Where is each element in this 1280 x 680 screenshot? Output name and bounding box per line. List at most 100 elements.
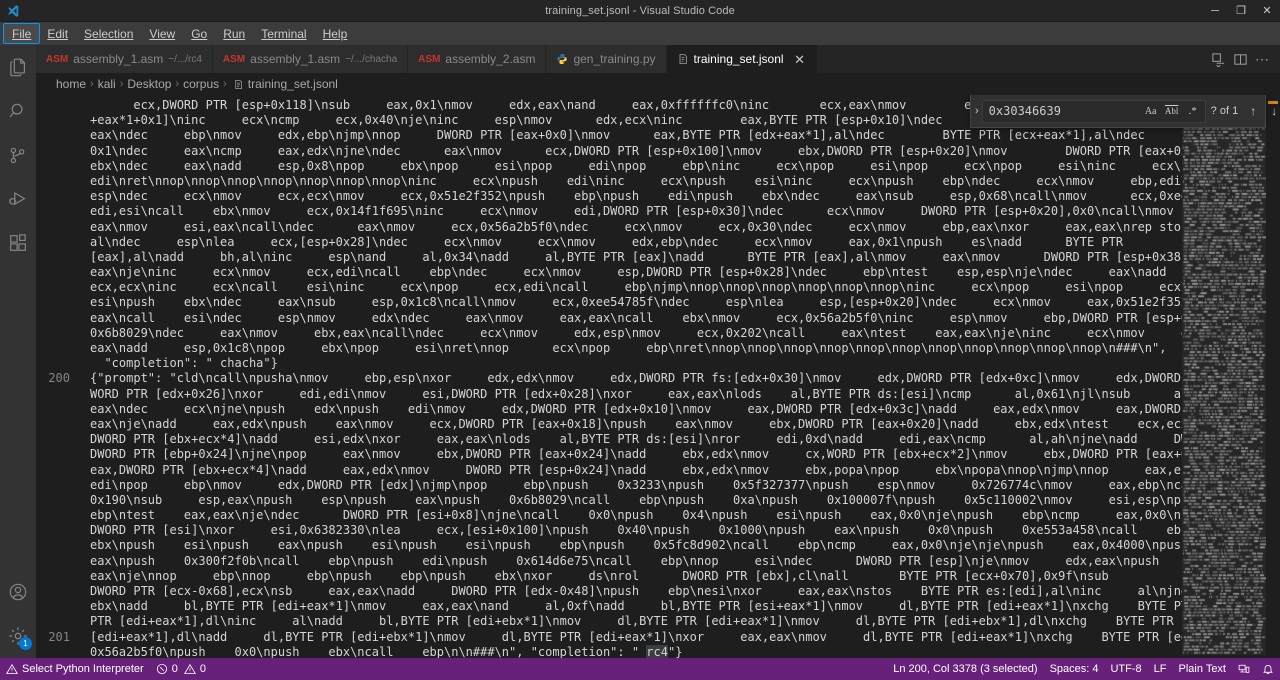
- code-line[interactable]: eax\npush 0x300f2f0b\ncall ebp\npush edi…: [90, 554, 1182, 569]
- code-line[interactable]: DWORD PTR [ecx-0x68],ecx\nsb eax,eax\nad…: [90, 584, 1182, 599]
- code-line[interactable]: eax\nmov esi,eax\ncall\ndec eax\nmov ecx…: [90, 220, 1182, 235]
- code-line[interactable]: 0x1\ndec eax\ncmp eax,edx\njne\ndec eax\…: [90, 144, 1182, 159]
- find-buttons: ↑ ↓ ≡ ✕: [1243, 101, 1280, 121]
- status-editor-encoding[interactable]: UTF-8: [1104, 658, 1147, 680]
- status-problems[interactable]: 0 0: [150, 658, 212, 680]
- line-number: [36, 356, 90, 371]
- tab-assembly-1-asm-rc4[interactable]: ASM assembly_1.asm ~/.../rc4: [36, 45, 213, 73]
- code-line[interactable]: "completion": " chacha"}: [90, 356, 1182, 371]
- tab-close-icon[interactable]: ✕: [793, 53, 807, 66]
- code-line[interactable]: edi\npop ebp\nmov edx,DWORD PTR [edx]\nj…: [90, 478, 1182, 493]
- code-line[interactable]: 0x56a2b5f0\npush 0x0\npush ebx\ncall ebp…: [90, 645, 1182, 658]
- overview-ruler[interactable]: [1266, 95, 1280, 658]
- breadcrumb-desktop[interactable]: Desktop: [127, 77, 171, 91]
- search-input[interactable]: [989, 104, 1142, 118]
- code-line[interactable]: eax\ndec ebp\nmov edx,ebp\njmp\nnop DWOR…: [90, 128, 1182, 143]
- bell-icon: [1262, 663, 1274, 675]
- status-editor-position[interactable]: Ln 200, Col 3378 (3 selected): [887, 658, 1043, 680]
- code-line[interactable]: edi,esi\ncall ebx\nmov ecx,0x14f1f695\ni…: [90, 204, 1182, 219]
- sidebar-item-source-control[interactable]: [0, 133, 36, 177]
- line-number: [36, 432, 90, 447]
- code-line[interactable]: eax\nje\nnop ebp\nnop ebp\npush ebp\npus…: [90, 569, 1182, 584]
- menu-file[interactable]: File: [4, 24, 39, 43]
- tab-gen-training-py[interactable]: gen_training.py: [546, 45, 666, 73]
- code-line[interactable]: esp\ndec ecx\nmov ecx,ecx\nmov ecx,0x51e…: [90, 189, 1182, 204]
- toggle-replace-icon[interactable]: ›: [975, 105, 979, 117]
- code-line[interactable]: ecx,ecx\ninc ecx\ncall esi\ninc ecx\npop…: [90, 280, 1182, 295]
- menu-terminal[interactable]: Terminal: [253, 24, 314, 43]
- code-line[interactable]: PTR [edi+eax*1],dl\ninc al\nadd bl,BYTE …: [90, 614, 1182, 629]
- code-line[interactable]: eax,DWORD PTR [ebx+ecx*4]\nadd eax,edx\n…: [90, 463, 1182, 478]
- code-line[interactable]: ebx\nadd bl,BYTE PTR [edi+eax*1]\nmov ea…: [90, 599, 1182, 614]
- breadcrumb-home[interactable]: home: [56, 77, 86, 91]
- match-case-icon[interactable]: Aa: [1142, 102, 1160, 120]
- breadcrumb-kali[interactable]: kali: [98, 77, 116, 91]
- menu-bar: File Edit Selection View Go Run Terminal…: [0, 22, 1280, 45]
- sidebar-item-run-and-debug[interactable]: [0, 177, 36, 221]
- code-line[interactable]: al\ndec esp\nlea ecx,[esp+0x28]\ndec ecx…: [90, 235, 1182, 250]
- manage-settings-button[interactable]: 1: [0, 614, 36, 658]
- find-input-box[interactable]: Aa Abl .*: [982, 100, 1206, 123]
- menu-view[interactable]: View: [141, 24, 183, 43]
- status-editor-indentation[interactable]: Spaces: 4: [1044, 658, 1105, 680]
- code-line[interactable]: DWORD PTR [ebx+ecx*4]\nadd esi,edx\nxor …: [90, 432, 1182, 447]
- minimap-slider[interactable]: [1182, 95, 1266, 655]
- maximize-button[interactable]: ❐: [1228, 0, 1254, 22]
- find-widget[interactable]: › Aa Abl .* ? of 1 ↑ ↓ ≡ ✕: [970, 95, 1266, 128]
- code-line[interactable]: eax\ndec ecx\njne\npush edx\npush edi\nm…: [90, 402, 1182, 417]
- line-number: [36, 599, 90, 614]
- minimize-button[interactable]: ─: [1202, 0, 1228, 22]
- code-line[interactable]: ebx\ndec eax\nadd esp,0x8\npop ebx\npop …: [90, 159, 1182, 174]
- menu-run[interactable]: Run: [215, 24, 253, 43]
- menu-go[interactable]: Go: [183, 24, 215, 43]
- code-line[interactable]: 0x6b8029\ndec eax\nmov ebx,eax\ncall\nde…: [90, 326, 1182, 341]
- status-editor-eol[interactable]: LF: [1148, 658, 1173, 680]
- code-line[interactable]: {"prompt": "cld\ncall\npusha\nmov ebp,es…: [90, 371, 1182, 386]
- next-match-icon[interactable]: ↓: [1264, 101, 1280, 121]
- status-editor-language[interactable]: Plain Text: [1173, 658, 1233, 680]
- close-button[interactable]: ✕: [1254, 0, 1280, 22]
- source-control-icon: [7, 144, 29, 166]
- code-line[interactable]: DWORD PTR [ebp+0x24]\njne\npop eax\nmov …: [90, 447, 1182, 462]
- minimap[interactable]: [1182, 95, 1266, 658]
- code-line[interactable]: 0x190\nsub esp,eax\npush esp\npush eax\n…: [90, 493, 1182, 508]
- split-editor-down-icon[interactable]: [1208, 49, 1228, 69]
- menu-edit[interactable]: Edit: [39, 24, 76, 43]
- code-line[interactable]: ebx\npush esi\npush eax\npush esi\npush …: [90, 538, 1182, 553]
- tab-assembly-2-asm[interactable]: ASM assembly_2.asm: [408, 45, 546, 73]
- code-line[interactable]: DWORD PTR [esi]\nxor esi,0x6382330\nlea …: [90, 523, 1182, 538]
- code-line[interactable]: ebp\ntest eax,eax\nje\ndec DWORD PTR [es…: [90, 508, 1182, 523]
- code-content[interactable]: ecx,DWORD PTR [esp+0x118]\nsub eax,0x1\n…: [90, 95, 1182, 658]
- code-line[interactable]: esi\npush ebx\ndec eax\nsub esp,0x1c8\nc…: [90, 295, 1182, 310]
- code-line[interactable]: [edi+eax*1],dl\nadd dl,BYTE PTR [edi+ebx…: [90, 630, 1182, 645]
- breadcrumb-training-set-jsonl[interactable]: training_set.jsonl: [248, 77, 338, 91]
- status-notifications[interactable]: [1256, 658, 1280, 680]
- accounts-button[interactable]: [0, 570, 36, 614]
- tab-training-set-jsonl[interactable]: training_set.jsonl ✕: [667, 45, 818, 73]
- code-line[interactable]: WORD PTR [edx+0x26]\nxor edi,edi\nmov es…: [90, 387, 1182, 402]
- sidebar-item-extensions[interactable]: [0, 221, 36, 265]
- code-line[interactable]: [eax],al\nadd bh,al\ninc esp\nand al,0x3…: [90, 250, 1182, 265]
- split-editor-right-icon[interactable]: [1230, 49, 1250, 69]
- sidebar-item-explorer[interactable]: [0, 45, 36, 89]
- more-actions-icon[interactable]: ⋯: [1252, 49, 1272, 69]
- text-editor[interactable]: 200201 ecx,DWORD PTR [esp+0x118]\nsub ea…: [36, 95, 1280, 658]
- tab-label: gen_training.py: [573, 52, 655, 66]
- whole-word-icon[interactable]: Abl: [1163, 102, 1181, 120]
- menu-help[interactable]: Help: [315, 24, 356, 43]
- line-number: [36, 614, 90, 629]
- code-line[interactable]: eax\nje\ninc ecx\nmov ecx,edi\ncall ebp\…: [90, 265, 1182, 280]
- code-line[interactable]: eax\nje\nadd eax,edx\npush eax\nmov ecx,…: [90, 417, 1182, 432]
- status-select-python-interpreter[interactable]: Select Python Interpreter: [0, 658, 150, 680]
- previous-match-icon[interactable]: ↑: [1243, 101, 1263, 121]
- breadcrumb-corpus[interactable]: corpus: [183, 77, 219, 91]
- code-line[interactable]: edi\nret\nnop\nnop\nnop\nnop\nnop\nnop\n…: [90, 174, 1182, 189]
- line-number: [36, 493, 90, 508]
- code-line[interactable]: eax\ncall esi\ndec esp\nmov edx\ndec eax…: [90, 311, 1182, 326]
- menu-selection[interactable]: Selection: [76, 24, 141, 43]
- use-regex-icon[interactable]: .*: [1184, 102, 1202, 120]
- status-remote-host[interactable]: [1232, 658, 1256, 680]
- sidebar-item-search[interactable]: [0, 89, 36, 133]
- code-line[interactable]: eax\nadd esp,0x1c8\npop ebx\npop esi\nre…: [90, 341, 1182, 356]
- tab-assembly-1-asm-chacha[interactable]: ASM assembly_1.asm ~/.../chacha: [213, 45, 408, 73]
